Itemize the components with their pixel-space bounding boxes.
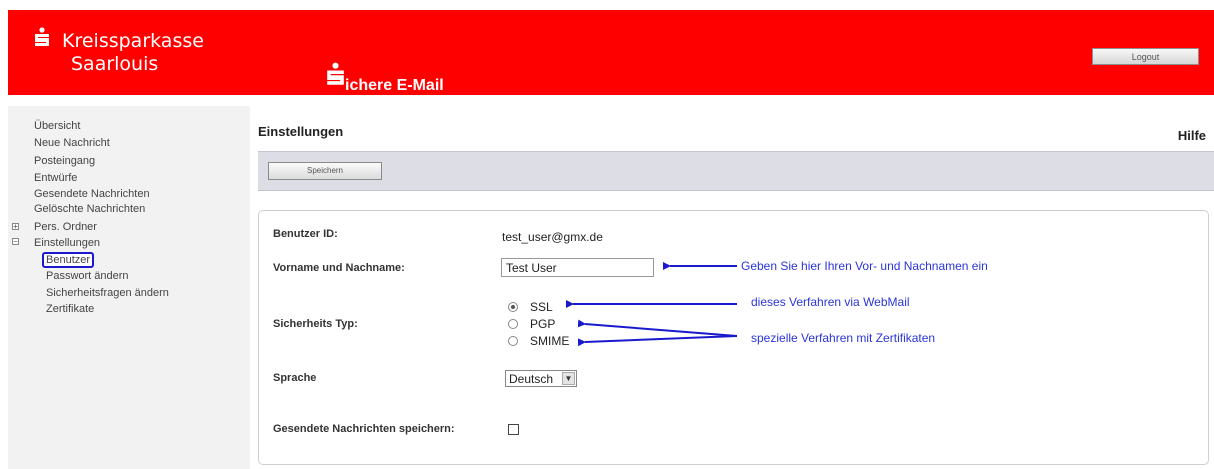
annotation-arrows: [566, 262, 738, 347]
arrow-pgp-hint: [577, 319, 738, 337]
annotation-name-hint: Geben Sie hier Ihren Vor- und Nachnamen …: [741, 259, 988, 273]
annotation-cert-hint: spezielle Verfahren mit Zertifikaten: [751, 331, 936, 345]
annotation-ssl-hint: dieses Verfahren via WebMail: [751, 295, 910, 309]
arrow-smime-hint: [577, 335, 738, 347]
